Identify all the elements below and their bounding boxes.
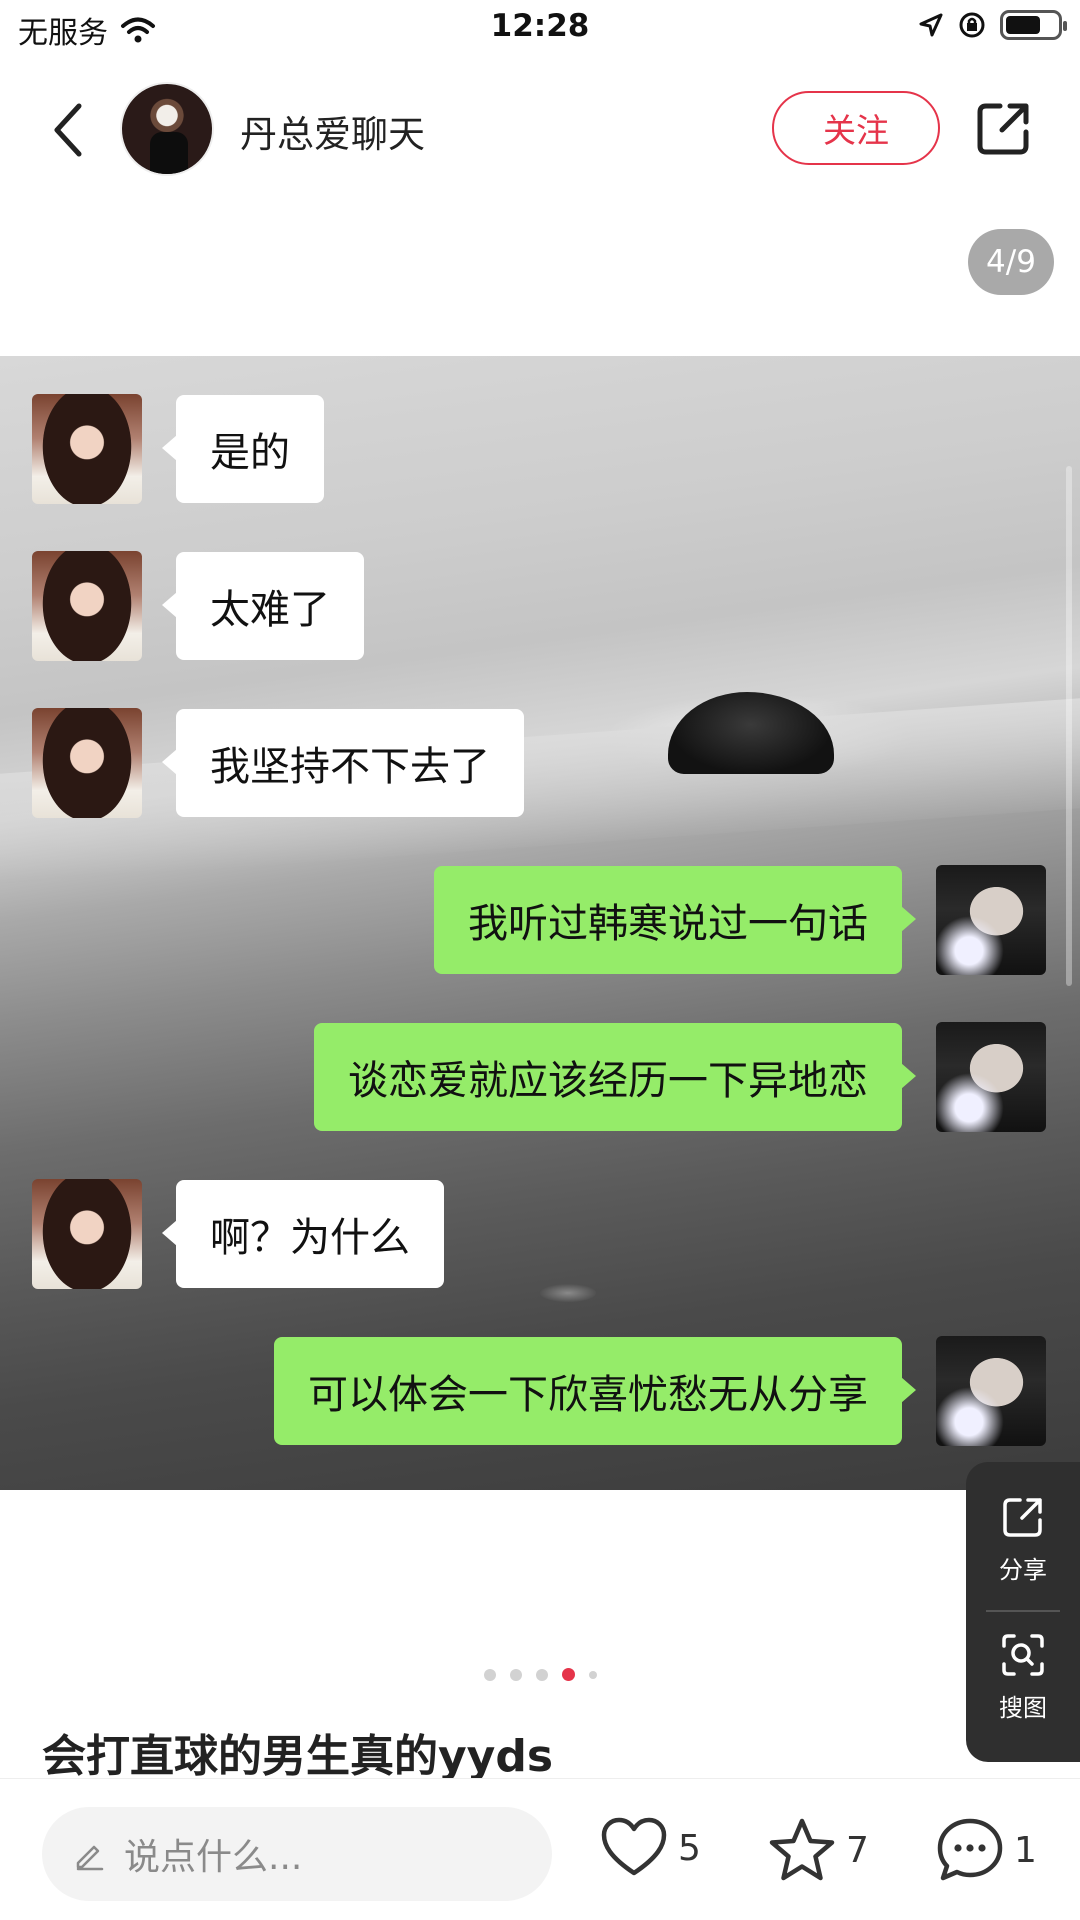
follow-button[interactable]: 关注 [772,91,940,165]
location-icon [919,13,943,37]
share-icon [1003,1498,1042,1537]
image-counter: 4/9 [968,229,1054,295]
message-bubble: 太难了 [162,552,364,660]
chat-message: 太难了 [32,551,364,661]
back-button[interactable] [38,92,98,168]
comment-icon [937,1818,1003,1881]
chat-message: 我坚持不下去了 [32,708,524,818]
comment-button[interactable]: 1 [936,1817,1037,1883]
image-pagination [0,1668,1080,1681]
message-bubble: 我听过韩寒说过一句话 [434,866,916,974]
chat-message: 是的 [32,394,324,504]
author-name[interactable]: 丹总爱聊天 [240,104,425,158]
pagination-dot [509,1668,522,1681]
collect-button[interactable]: 7 [768,1817,869,1883]
back-icon [54,103,82,157]
star-icon [769,1818,835,1881]
post-title: 会打直球的男生真的yyds [42,1731,554,1782]
pagination-dot-active [561,1668,575,1681]
chat-message: 我听过韩寒说过一句话 [434,865,1046,975]
message-bubble: 可以体会一下欣喜忧愁无从分享 [274,1337,916,1445]
chat-message: 啊？为什么 [32,1179,444,1289]
bottom-action-bar: 说点什么... 5 7 1 [0,1778,1080,1920]
self-avatar [936,865,1046,975]
like-count: 5 [678,1827,701,1869]
pagination-dot [483,1668,496,1681]
chat-message: 谈恋爱就应该经历一下异地恋 [314,1022,1046,1132]
contact-avatar [32,551,142,661]
post-header: 丹总爱聊天 关注 [0,70,1080,190]
message-bubble: 我坚持不下去了 [162,709,524,817]
collect-count: 7 [846,1829,869,1871]
pagination-dot [588,1670,597,1679]
comment-placeholder: 说点什么... [124,1837,303,1878]
self-avatar [936,1336,1046,1446]
heart-icon [601,1817,667,1876]
contact-avatar [32,1179,142,1289]
edit-icon [76,1845,104,1871]
contact-avatar [32,708,142,818]
pebble-decoration [540,1284,596,1302]
comment-count: 1 [1014,1829,1037,1871]
share-button[interactable] [972,96,1036,160]
search-image-label: 搜图 [999,1694,1047,1722]
share-tool-label: 分享 [999,1556,1047,1584]
share-tool-button[interactable]: 分享 [966,1494,1080,1585]
status-right [918,10,1067,40]
floating-tools-panel: 分享 搜图 [966,1462,1080,1762]
rotation-lock-icon [959,12,985,38]
chat-message: 可以体会一下欣喜忧愁无从分享 [274,1336,1046,1446]
rock-decoration [668,692,834,774]
post-image[interactable]: 是的 太难了 我坚持不下去了 我听过韩寒说过一句话 谈恋爱就应该经历一下异地恋 … [0,356,1080,1490]
status-bar: 无服务 12:28 [0,0,1080,56]
pagination-dot [535,1668,548,1681]
like-button[interactable]: 5 [600,1817,701,1879]
share-icon [977,103,1029,155]
self-avatar [936,1022,1046,1132]
author-avatar[interactable] [120,82,214,176]
message-bubble: 是的 [162,395,324,503]
message-bubble: 啊？为什么 [162,1180,444,1288]
image-scrollbar [1066,466,1072,986]
divider [986,1610,1060,1612]
message-bubble: 谈恋爱就应该经历一下异地恋 [314,1023,916,1131]
battery-icon [1000,10,1067,40]
comment-input[interactable]: 说点什么... [42,1807,552,1901]
contact-avatar [32,394,142,504]
